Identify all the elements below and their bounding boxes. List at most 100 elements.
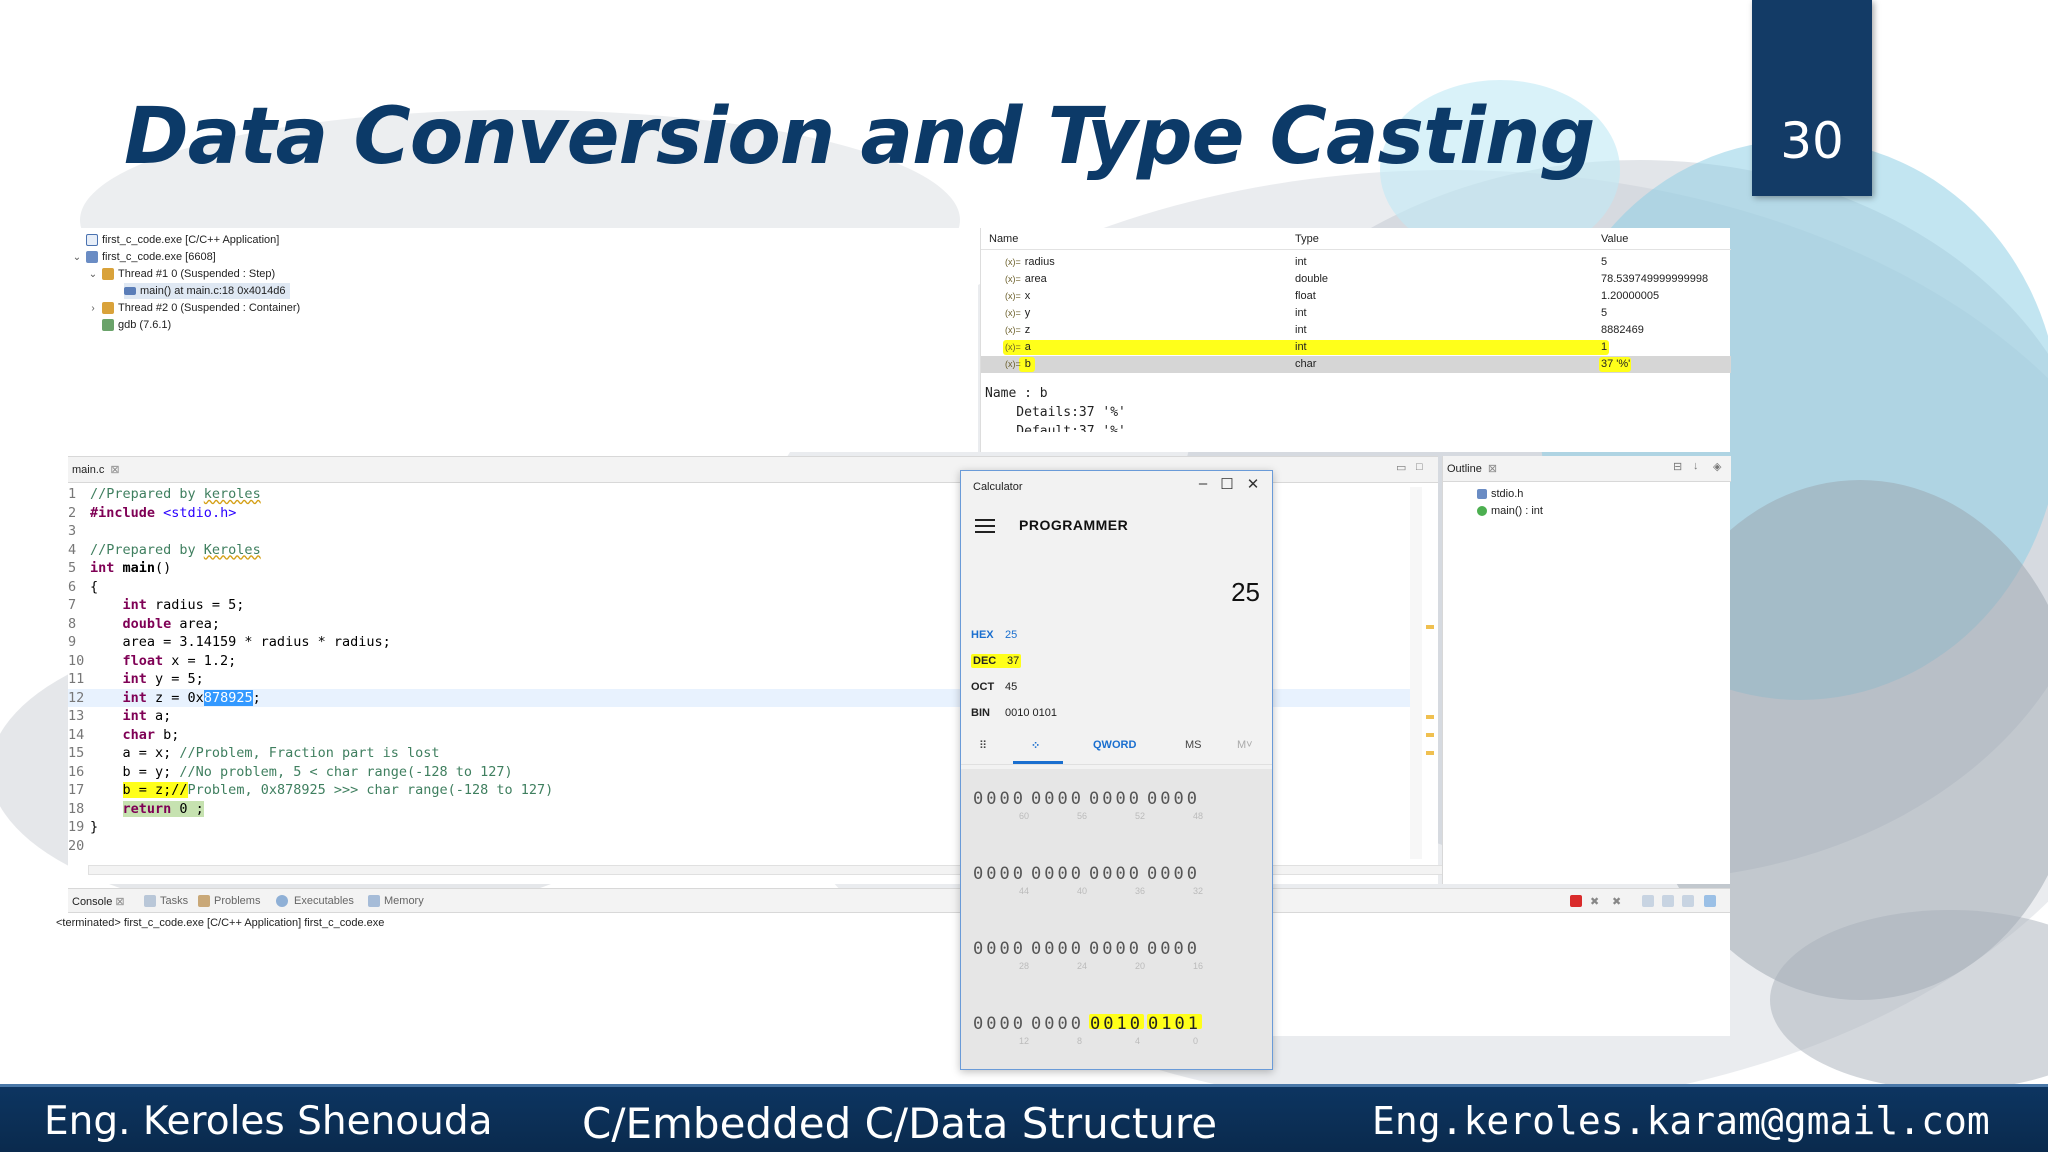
- maximize-icon[interactable]: □: [1416, 461, 1423, 473]
- radix-oct[interactable]: OCT 45: [971, 679, 1017, 695]
- tree-item-thread-2[interactable]: › Thread #2 0 (Suspended : Container): [88, 300, 300, 316]
- gdb-icon: [102, 319, 114, 331]
- variable-row[interactable]: (x)= x float 1.20000005: [981, 288, 1731, 305]
- tree-item-launch[interactable]: first_c_code.exe [C/C++ Application]: [72, 232, 279, 248]
- bit-nibble[interactable]: 0000: [973, 789, 1026, 809]
- close-icon[interactable]: ✕: [1243, 475, 1263, 493]
- display-console-icon[interactable]: [1704, 895, 1716, 907]
- tab-memory[interactable]: Memory: [384, 895, 424, 907]
- bit-nibble[interactable]: 0000: [1031, 864, 1084, 884]
- menu-icon[interactable]: [975, 519, 995, 533]
- bit-nibble-highlighted[interactable]: 0101: [1147, 1014, 1202, 1034]
- bit-position: 48: [1193, 811, 1204, 821]
- bit-position: 32: [1193, 886, 1204, 896]
- word-wrap-icon[interactable]: [1662, 895, 1674, 907]
- thread-icon: [102, 268, 114, 280]
- bit-nibble[interactable]: 0000: [973, 864, 1026, 884]
- console-view: Console ⊠ Tasks Problems Executables Mem…: [56, 888, 1730, 1036]
- collapse-all-icon[interactable]: ⊟: [1673, 460, 1682, 473]
- bit-toggle-keypad: 0000 0000 0000 0000 60 56 52 48 0000 000…: [961, 769, 1272, 1069]
- memory-store-button[interactable]: MS: [1185, 739, 1202, 751]
- column-value[interactable]: Value: [1601, 233, 1628, 245]
- word-size-button[interactable]: QWORD: [1093, 739, 1136, 751]
- chevron-down-icon[interactable]: ⌄: [72, 252, 82, 263]
- console-tabbar: Console ⊠ Tasks Problems Executables Mem…: [68, 889, 1730, 913]
- tab-main-c[interactable]: main.c ⊠: [72, 463, 120, 476]
- bit-position: 12: [1019, 1036, 1030, 1046]
- remove-all-icon[interactable]: ✖: [1612, 895, 1621, 908]
- bit-position: 0: [1193, 1036, 1199, 1046]
- close-icon[interactable]: ⊠: [115, 896, 124, 908]
- calculator-window: Calculator – ☐ ✕ PROGRAMMER 25 HEX 25 DEC…: [960, 470, 1273, 1070]
- tree-item-process[interactable]: ⌄ first_c_code.exe [6608]: [72, 249, 216, 265]
- executables-icon: [276, 895, 288, 907]
- close-icon[interactable]: ⊠: [110, 464, 119, 476]
- bit-nibble[interactable]: 0000: [1089, 864, 1142, 884]
- variable-row[interactable]: (x)= area double 78.539749999999998: [981, 271, 1731, 288]
- tab-tasks[interactable]: Tasks: [160, 895, 188, 907]
- outline-tabbar: Outline ⊠ ⊟ ↓ ◈: [1443, 456, 1731, 482]
- variable-icon: (x)=: [1005, 274, 1021, 284]
- chevron-down-icon[interactable]: ⌄: [88, 269, 98, 280]
- chevron-right-icon[interactable]: ›: [88, 303, 98, 314]
- bit-position: 4: [1135, 1036, 1141, 1046]
- tree-item-thread-1[interactable]: ⌄ Thread #1 0 (Suspended : Step): [88, 266, 275, 282]
- bit-toggle-icon[interactable]: ⁘: [1031, 739, 1040, 752]
- page-number: 30: [1752, 0, 1872, 196]
- bit-nibble[interactable]: 0000: [1147, 789, 1200, 809]
- slide-title: Data Conversion and Type Casting: [124, 92, 1595, 182]
- bit-nibble[interactable]: 0000: [1031, 1014, 1084, 1034]
- minimize-icon[interactable]: ▭: [1396, 461, 1406, 474]
- bit-nibble[interactable]: 0000: [973, 1014, 1026, 1034]
- maximize-icon[interactable]: ☐: [1217, 475, 1237, 493]
- column-name[interactable]: Name: [989, 233, 1018, 245]
- outline-item-include[interactable]: stdio.h: [1477, 486, 1523, 502]
- radix-dec[interactable]: DEC 37: [971, 653, 1022, 669]
- footer-email: Eng.keroles.karam@gmail.com: [1372, 1099, 1990, 1143]
- vertical-scrollbar[interactable]: [1410, 487, 1422, 859]
- close-icon[interactable]: ⊠: [1488, 463, 1497, 475]
- bit-nibble[interactable]: 0000: [1147, 864, 1200, 884]
- process-icon: [86, 251, 98, 263]
- radix-hex[interactable]: HEX 25: [971, 627, 1017, 643]
- keypad-icon[interactable]: ⠿: [979, 739, 987, 752]
- outline-view: Outline ⊠ ⊟ ↓ ◈ stdio.h main() : int: [1442, 456, 1731, 884]
- bit-nibble[interactable]: 0000: [973, 939, 1026, 959]
- variable-row[interactable]: (x)= radius int 5: [981, 254, 1731, 271]
- variable-row[interactable]: (x)= a int 1: [981, 339, 1731, 356]
- tab-problems[interactable]: Problems: [214, 895, 260, 907]
- bit-nibble[interactable]: 0000: [1031, 939, 1084, 959]
- tab-executables[interactable]: Executables: [294, 895, 354, 907]
- variable-icon: (x)=: [1005, 291, 1021, 301]
- terminate-icon[interactable]: [1570, 895, 1582, 907]
- tab-console[interactable]: Console ⊠: [72, 895, 125, 908]
- bit-nibble[interactable]: 0000: [1089, 789, 1142, 809]
- minimize-icon[interactable]: –: [1193, 475, 1213, 492]
- radix-bin[interactable]: BIN 0010 0101: [971, 705, 1057, 721]
- tab-outline[interactable]: Outline ⊠: [1447, 462, 1497, 475]
- variable-icon: (x)=: [1005, 359, 1021, 369]
- bit-position: 24: [1077, 961, 1088, 971]
- variable-row[interactable]: (x)= y int 5: [981, 305, 1731, 322]
- filter-icon[interactable]: ◈: [1713, 460, 1721, 473]
- bit-nibble-highlighted[interactable]: 0010: [1089, 1014, 1144, 1034]
- pin-console-icon[interactable]: [1682, 895, 1694, 907]
- variable-row[interactable]: (x)= z int 8882469: [981, 322, 1731, 339]
- calculator-toolbar: ⠿ ⁘ QWORD MS M˅: [961, 729, 1272, 765]
- remove-launch-icon[interactable]: ✖: [1590, 895, 1599, 908]
- column-type[interactable]: Type: [1295, 233, 1319, 245]
- variable-row-selected[interactable]: (x)= b char 37 '%': [981, 356, 1731, 373]
- slide-footer: Eng. Keroles Shenouda C/Embedded C/Data …: [0, 1084, 2048, 1152]
- scroll-lock-icon[interactable]: [1642, 895, 1654, 907]
- memory-view-button[interactable]: M˅: [1237, 739, 1253, 751]
- sort-icon[interactable]: ↓: [1693, 460, 1699, 472]
- bit-nibble[interactable]: 0000: [1089, 939, 1142, 959]
- footer-course: C/Embedded C/Data Structure: [582, 1099, 1218, 1148]
- outline-item-main[interactable]: main() : int: [1477, 503, 1543, 519]
- overview-marker: [1426, 625, 1434, 629]
- bit-nibble[interactable]: 0000: [1147, 939, 1200, 959]
- tree-item-stack-frame[interactable]: main() at main.c:18 0x4014d6: [124, 283, 290, 299]
- tree-item-gdb[interactable]: gdb (7.6.1): [88, 317, 171, 333]
- bit-nibble[interactable]: 0000: [1031, 789, 1084, 809]
- memory-icon: [368, 895, 380, 907]
